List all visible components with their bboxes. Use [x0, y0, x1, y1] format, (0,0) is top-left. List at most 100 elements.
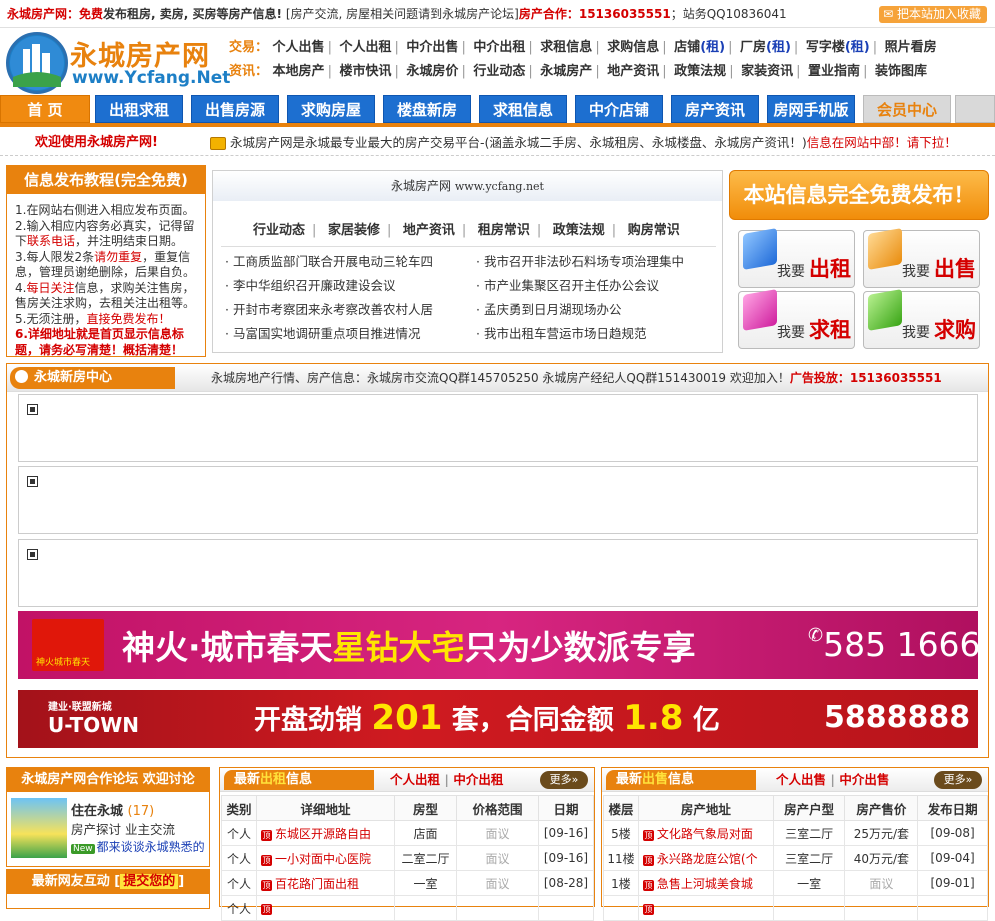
news-item[interactable]: 工商质监部门联合开展电动三轮车四 — [225, 251, 433, 270]
agent-rent-link[interactable]: 中介出租 — [453, 772, 503, 787]
fav-label: 把本站加入收藏 — [896, 7, 981, 21]
cell-address[interactable]: 顶东城区开源路自由 — [256, 820, 395, 846]
tab-estate-info[interactable]: 地产资讯 — [403, 223, 455, 238]
forum-link[interactable]: 永城房产论坛 — [442, 7, 514, 21]
nav-shop-rent[interactable]: 店铺(租) — [674, 40, 725, 55]
addr: 东城区开源路自由 — [275, 826, 372, 841]
listing-slot[interactable] — [18, 394, 978, 462]
personal-sale-link[interactable]: 个人出售 — [776, 772, 826, 787]
nav-local-estate[interactable]: 本地房产 — [273, 64, 325, 79]
cell-address[interactable]: 顶 — [637, 895, 774, 921]
nav-industry[interactable]: 行业动态 — [473, 64, 525, 79]
site-logo[interactable]: 永城房产网 www.Ycfang.Net — [6, 32, 230, 94]
latest-post[interactable]: New 都来谈谈永城熟悉的 — [71, 838, 211, 855]
forum-title: 永城房产网合作论坛 欢迎讨论 — [7, 768, 209, 792]
menu-new-house[interactable]: 楼盘新房 — [383, 95, 471, 123]
tab-rent-tips[interactable]: 租房常识 — [478, 223, 530, 238]
forum-board[interactable]: 住在永城 (17) — [71, 800, 154, 819]
menu-member[interactable]: 会员中心 — [863, 95, 951, 123]
nav-seek-rent[interactable]: 求租信息 — [540, 40, 592, 55]
submit-link[interactable]: 提交您的 — [120, 874, 179, 889]
table-row[interactable]: 5楼 顶文化路气象局对面 三室二厅 25万元/套 [09-08] — [603, 820, 988, 846]
nav-buying-guide[interactable]: 置业指南 — [808, 64, 860, 79]
ad-phone: 5888888 — [824, 700, 971, 735]
rainbow-image[interactable] — [11, 798, 67, 858]
news-item[interactable]: 开封市考察团来永考察改善农村人居 — [225, 299, 433, 318]
new-badge: New — [71, 844, 95, 854]
menu-agent-shops[interactable]: 中介店铺 — [575, 95, 663, 123]
table-row[interactable]: 个人 顶百花路门面出租 一室 面议 [08-28] — [221, 870, 594, 896]
listing-slot[interactable] — [18, 539, 978, 607]
btn-big: 出售 — [934, 257, 976, 281]
menu-rent[interactable]: 出租求租 — [95, 95, 183, 123]
nav-estate-info[interactable]: 地产资讯 — [607, 64, 659, 79]
num: 1.8 — [623, 698, 684, 738]
text: 联系电话 — [27, 234, 76, 248]
free-post-banner[interactable]: 本站信息完全免费发布！ — [729, 170, 989, 220]
nav-office-rent[interactable]: 写字楼(租) — [806, 40, 870, 55]
nav-policy[interactable]: 政策法规 — [674, 64, 726, 79]
nav-personal-rent[interactable]: 个人出租 — [339, 40, 391, 55]
nav-decor-info[interactable]: 家装资讯 — [741, 64, 793, 79]
news-item[interactable]: 马富国实地调研重点项目推进情况 — [225, 323, 421, 342]
post-seek-buy-button[interactable]: 我要 求购 — [863, 289, 980, 349]
t: 出租 — [260, 772, 287, 787]
tab-policy[interactable]: 政策法规 — [553, 223, 605, 238]
nav-agent-sale[interactable]: 中介出售 — [406, 40, 458, 55]
menu-seek-rent[interactable]: 求租信息 — [479, 95, 567, 123]
news-item[interactable]: 我市召开非法砂石料场专项治理集中 — [476, 251, 684, 270]
menu-news[interactable]: 房产资讯 — [671, 95, 759, 123]
tab-buy-tips[interactable]: 购房常识 — [628, 223, 680, 238]
nav-personal-sale[interactable]: 个人出售 — [273, 40, 325, 55]
add-favorite-button[interactable]: ✉ 把本站加入收藏 — [879, 6, 987, 23]
table-row[interactable]: 1楼 顶急售上河城美食城 一室 面议 [09-01] — [603, 870, 988, 896]
news-box: 永城房产网 www.ycfang.net 行业动态 | 家居装修 | 地产资讯 | 租… — [212, 170, 723, 353]
personal-rent-link[interactable]: 个人出租 — [390, 772, 440, 787]
agent-sale-link[interactable]: 中介出售 — [839, 772, 889, 787]
rent-more-button[interactable]: 更多» — [540, 771, 588, 789]
listing-slot[interactable] — [18, 466, 978, 534]
ad-banner-utown[interactable]: 建业·联盟新城 U-TOWN 开盘劲销 201 套，合同金额 1.8 亿 5888… — [18, 690, 978, 748]
menu-home[interactable]: 首 页 — [0, 95, 90, 123]
cell-address[interactable]: 顶文化路气象局对面 — [637, 820, 774, 846]
cell — [394, 895, 457, 921]
news-item[interactable]: 我市出租车营运市场日趋规范 — [476, 323, 647, 342]
ad-banner-shenhuo[interactable]: 神火城市春天 神火·城市春天星钻大宅只为少数派专享 ✆585 1666 — [18, 611, 981, 679]
menu-sale[interactable]: 出售房源 — [191, 95, 279, 123]
nav-factory-rent[interactable]: 厂房(租) — [740, 40, 791, 55]
cell-address[interactable]: 顶一小对面中心医院 — [256, 845, 395, 871]
board-name: 住在永城 — [71, 804, 124, 819]
table-row[interactable]: 个人 顶东城区开源路自由 店面 面议 [09-16] — [221, 820, 594, 846]
menu-buy[interactable]: 求购房屋 — [287, 95, 375, 123]
nav-photo-view[interactable]: 照片看房 — [885, 40, 937, 55]
tab-home-decor[interactable]: 家居装修 — [328, 223, 380, 238]
cell-address[interactable]: 顶永兴路龙庭公馆(个 — [637, 845, 774, 871]
text: 3.每人限发2条 — [15, 249, 95, 264]
table-row[interactable]: 个人 顶一小对面中心医院 二室二厅 面议 [09-16] — [221, 845, 594, 871]
table-row[interactable]: 11楼 顶永兴路龙庭公馆(个 三室二厅 40万元/套 [09-04] — [603, 845, 988, 871]
t: 出售 — [642, 772, 669, 787]
menu-mobile[interactable]: 房网手机版 — [767, 95, 855, 123]
news-item[interactable]: 李中华组织召开廉政建设会议 — [225, 275, 396, 294]
cell-address[interactable]: 顶百花路门面出租 — [256, 870, 395, 896]
cell-address[interactable]: 顶 — [256, 895, 395, 921]
cell-address[interactable]: 顶急售上河城美食城 — [637, 870, 774, 896]
more-label: 更多 — [549, 773, 572, 786]
post-sale-button[interactable]: 我要 出售 — [863, 228, 980, 288]
nav-yongcheng-estate[interactable]: 永城房产 — [540, 64, 592, 79]
nav-decor-gallery[interactable]: 装饰图库 — [875, 64, 927, 79]
news-item[interactable]: 市产业集聚区召开主任办公会议 — [476, 275, 659, 294]
post-rent-button[interactable]: 我要 出租 — [738, 228, 855, 288]
info-label: 资讯： — [229, 64, 269, 79]
cell: [09-08] — [917, 820, 988, 846]
nav-house-price[interactable]: 永城房价 — [406, 64, 458, 79]
sale-more-button[interactable]: 更多» — [934, 771, 982, 789]
table-row[interactable]: 顶 — [603, 895, 988, 921]
nav-seek-buy[interactable]: 求购信息 — [607, 40, 659, 55]
table-row[interactable]: 个人 顶 — [221, 895, 594, 921]
nav-agent-rent[interactable]: 中介出租 — [473, 40, 525, 55]
news-item[interactable]: 孟庆勇到日月湖现场办公 — [476, 299, 622, 318]
tab-industry[interactable]: 行业动态 — [253, 223, 305, 238]
post-seek-rent-button[interactable]: 我要 求租 — [738, 289, 855, 349]
nav-market-news[interactable]: 楼市快讯 — [339, 64, 391, 79]
